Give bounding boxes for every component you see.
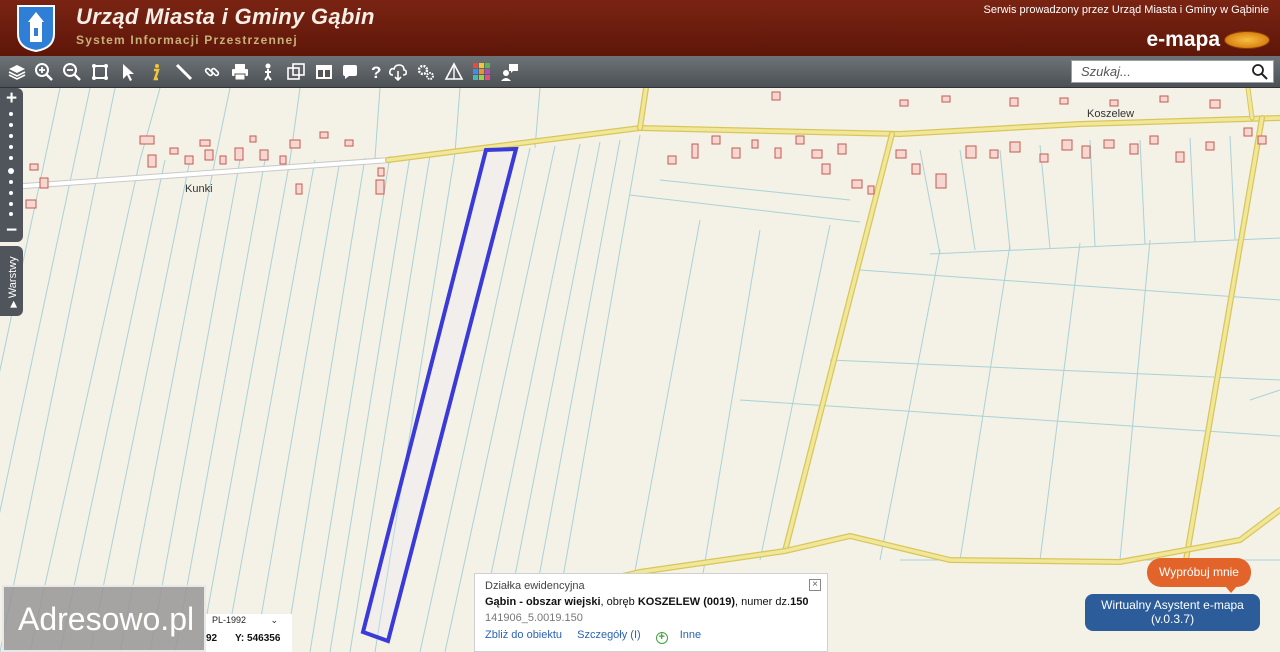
zoom-level-dot[interactable] bbox=[9, 145, 13, 149]
crs-select[interactable]: PL-1992 ⌄ bbox=[206, 615, 282, 629]
zoom-extent-icon[interactable] bbox=[88, 60, 112, 84]
window-layout-icon[interactable] bbox=[312, 60, 336, 84]
parcel-description: Gąbin - obszar wiejski, obręb KOSZELEW (… bbox=[485, 596, 808, 608]
zoom-level-dot[interactable] bbox=[9, 123, 13, 127]
search-icon[interactable] bbox=[1251, 63, 1269, 81]
zoom-level-dot[interactable] bbox=[9, 202, 13, 206]
app-subtitle: System Informacji Przestrzennej bbox=[76, 33, 298, 47]
try-me-bubble[interactable]: Wypróbuj mnie bbox=[1147, 558, 1251, 593]
zoom-level-dot[interactable] bbox=[9, 134, 13, 138]
zoom-level-dot[interactable] bbox=[9, 180, 13, 184]
assistant-version: (v.0.3.7) bbox=[1150, 612, 1195, 626]
parcel-area: Gąbin - obszar wiejski bbox=[485, 596, 601, 608]
close-icon[interactable]: × bbox=[809, 579, 821, 591]
parcel-text: , obręb bbox=[600, 596, 638, 608]
app-title: Urząd Miasta i Gminy Gąbin bbox=[76, 4, 375, 29]
zoom-minus-button[interactable]: − bbox=[0, 221, 23, 240]
svg-text:?: ? bbox=[371, 63, 381, 82]
zoom-level-dot[interactable] bbox=[9, 156, 13, 160]
virtual-assistant-button[interactable]: Wirtualny Asystent e-mapa (v.0.3.7) bbox=[1085, 594, 1260, 631]
parcel-number: 150 bbox=[790, 596, 809, 608]
cloud-download-icon[interactable] bbox=[386, 60, 410, 84]
color-grid-icon[interactable] bbox=[470, 60, 494, 84]
layers-side-tab[interactable]: ▶ Warstwy bbox=[0, 246, 23, 316]
search-box bbox=[1071, 60, 1274, 83]
zoom-level-current[interactable] bbox=[8, 168, 14, 174]
zoom-in-icon[interactable] bbox=[32, 60, 56, 84]
crs-value: PL-1992 bbox=[212, 615, 247, 625]
service-provider-text: Serwis prowadzony przez Urząd Miasta i G… bbox=[983, 4, 1270, 16]
zoom-to-object-link[interactable]: Zbliż do obiektu bbox=[485, 629, 562, 641]
app-header: Urząd Miasta i Gminy Gąbin System Inform… bbox=[0, 0, 1280, 56]
copy-icon[interactable] bbox=[284, 60, 308, 84]
zoom-level-dot[interactable] bbox=[9, 212, 13, 216]
comment-user-icon[interactable] bbox=[498, 60, 522, 84]
map-base-layer bbox=[0, 88, 1280, 652]
geosystem-logo bbox=[1224, 31, 1270, 49]
chevron-down-icon: ⌄ bbox=[270, 615, 278, 625]
emapa-brand: e-mapa bbox=[1146, 28, 1220, 51]
help-icon[interactable]: ? bbox=[363, 60, 387, 84]
search-input[interactable] bbox=[1072, 61, 1247, 82]
layers-icon[interactable] bbox=[5, 60, 29, 84]
coordinate-y: Y: 546356 bbox=[235, 633, 281, 644]
add-circle-icon[interactable]: + bbox=[655, 632, 668, 644]
zoom-level-dot[interactable] bbox=[9, 112, 13, 116]
other-link[interactable]: Inne bbox=[680, 629, 701, 641]
select-arrow-icon[interactable] bbox=[116, 60, 140, 84]
popup-title: Działka ewidencyjna bbox=[485, 580, 585, 592]
print-icon[interactable] bbox=[228, 60, 252, 84]
info-icon[interactable] bbox=[144, 60, 168, 84]
measure-ruler-icon[interactable] bbox=[172, 60, 196, 84]
watermark: Adresowo.pl bbox=[2, 585, 206, 652]
map-canvas[interactable]: Kunki Koszelew bbox=[0, 88, 1280, 652]
zoom-out-icon[interactable] bbox=[60, 60, 84, 84]
zoom-slider-panel: + − bbox=[0, 88, 23, 242]
town-crest-logo[interactable] bbox=[16, 4, 56, 52]
parcel-text: , numer dz. bbox=[735, 596, 791, 608]
person-marker-icon[interactable] bbox=[256, 60, 280, 84]
assistant-title: Wirtualny Asystent e-mapa bbox=[1101, 598, 1244, 612]
details-link[interactable]: Szczegóły (I) bbox=[577, 629, 641, 641]
watermark-text: Adresowo.pl bbox=[18, 601, 195, 637]
coordinate-x: 92 bbox=[206, 633, 218, 644]
parcel-precinct: KOSZELEW (0019) bbox=[637, 596, 736, 608]
layers-tab-label: ▶ Warstwy bbox=[7, 256, 19, 308]
parcel-info-popup: Działka ewidencyjna × Gąbin - obszar wie… bbox=[474, 573, 828, 652]
zoom-level-dot[interactable] bbox=[9, 191, 13, 195]
link-icon[interactable] bbox=[200, 60, 224, 84]
place-label-kunki: Kunki bbox=[185, 183, 213, 195]
zoom-plus-button[interactable]: + bbox=[0, 89, 23, 108]
speech-bubble-icon[interactable] bbox=[338, 60, 362, 84]
settings-gears-icon[interactable] bbox=[414, 60, 438, 84]
parcel-id: 141906_5.0019.150 bbox=[485, 612, 583, 624]
place-label-koszelew: Koszelew bbox=[1087, 108, 1135, 120]
popup-actions: Zbliż do obiektu Szczegóły (I) + Inne bbox=[485, 629, 713, 644]
triangle-pyramid-icon[interactable] bbox=[442, 60, 466, 84]
